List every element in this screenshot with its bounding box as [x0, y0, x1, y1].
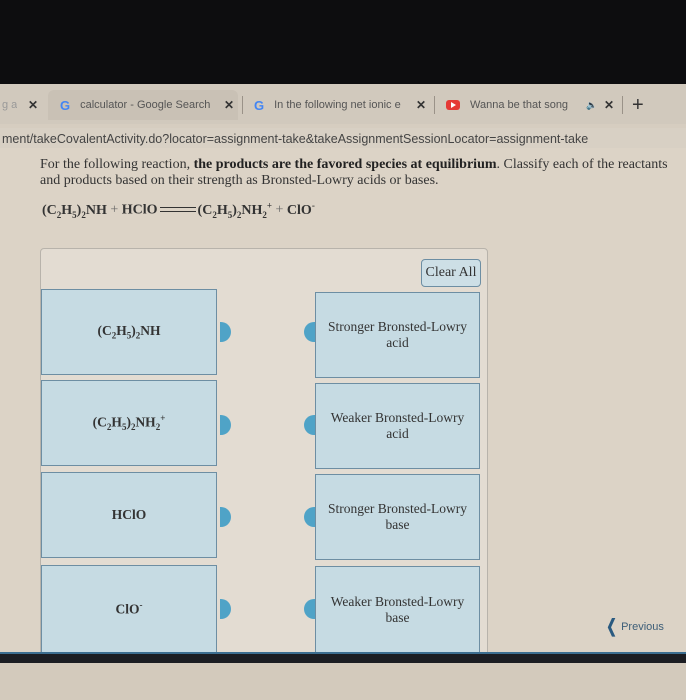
reaction-equation: (C2H5)2NH + HClO (C2H5)2NH2+ + ClO-	[42, 200, 315, 219]
tab-youtube[interactable]: Wanna be that song 🔈 ✕	[446, 90, 621, 120]
plus-sign: +	[275, 202, 284, 218]
google-icon: G	[254, 97, 265, 113]
previous-button[interactable]: ❮ Previous	[604, 616, 664, 637]
category-stronger-base[interactable]: Stronger Bronsted-Lowry base	[315, 474, 480, 560]
bottom-area	[0, 663, 686, 700]
url-text: ment/takeCovalentActivity.do?locator=ass…	[2, 132, 589, 146]
reactant-diethylamine: (C2H5)2NH	[42, 202, 107, 220]
close-icon[interactable]: ✕	[224, 98, 234, 112]
product-diethylammonium: (C2H5)2NH2+	[197, 200, 273, 220]
tab-net-ionic[interactable]: G In the following net ionic e ✕	[254, 90, 434, 120]
clear-all-button[interactable]: Clear All	[421, 259, 481, 287]
tab-partial[interactable]: g a ✕	[0, 90, 40, 120]
product-hypochlorite: ClO-	[286, 200, 315, 218]
species-item-hclo[interactable]: HClO	[41, 472, 217, 558]
species-item-hypochlorite[interactable]: ClO-	[41, 565, 217, 653]
tab-calculator[interactable]: G calculator - Google Search ✕	[48, 90, 238, 120]
question-prompt: For the following reaction, the products…	[40, 157, 668, 188]
category-weaker-base[interactable]: Weaker Bronsted-Lowry base	[315, 566, 480, 653]
youtube-icon	[446, 100, 460, 110]
close-icon[interactable]: ✕	[416, 98, 426, 112]
dark-background	[0, 0, 686, 84]
category-weaker-acid[interactable]: Weaker Bronsted-Lowry acid	[315, 383, 480, 469]
plus-sign: +	[110, 202, 119, 218]
tab-separator	[434, 96, 435, 114]
close-icon[interactable]: ✕	[28, 98, 38, 112]
new-tab-button[interactable]: +	[632, 94, 644, 117]
browser-tab-bar: g a ✕ G calculator - Google Search ✕ G I…	[0, 84, 686, 124]
reactant-hclo: HClO	[121, 202, 158, 218]
category-stronger-acid[interactable]: Stronger Bronsted-Lowry acid	[315, 292, 480, 378]
tab-separator	[622, 96, 623, 114]
tab-separator	[242, 96, 243, 114]
address-bar[interactable]: ment/takeCovalentActivity.do?locator=ass…	[0, 128, 686, 148]
chevron-left-icon: ❮	[606, 616, 617, 636]
audio-icon[interactable]: 🔈	[586, 100, 597, 111]
google-icon: G	[60, 97, 71, 113]
equilibrium-arrow-icon	[159, 205, 196, 215]
bottom-divider	[0, 652, 686, 663]
species-item-diethylamine[interactable]: (C2H5)2NH	[41, 289, 217, 375]
species-item-diethylammonium[interactable]: (C2H5)2NH2+	[41, 380, 217, 466]
close-icon[interactable]: ✕	[604, 98, 614, 112]
